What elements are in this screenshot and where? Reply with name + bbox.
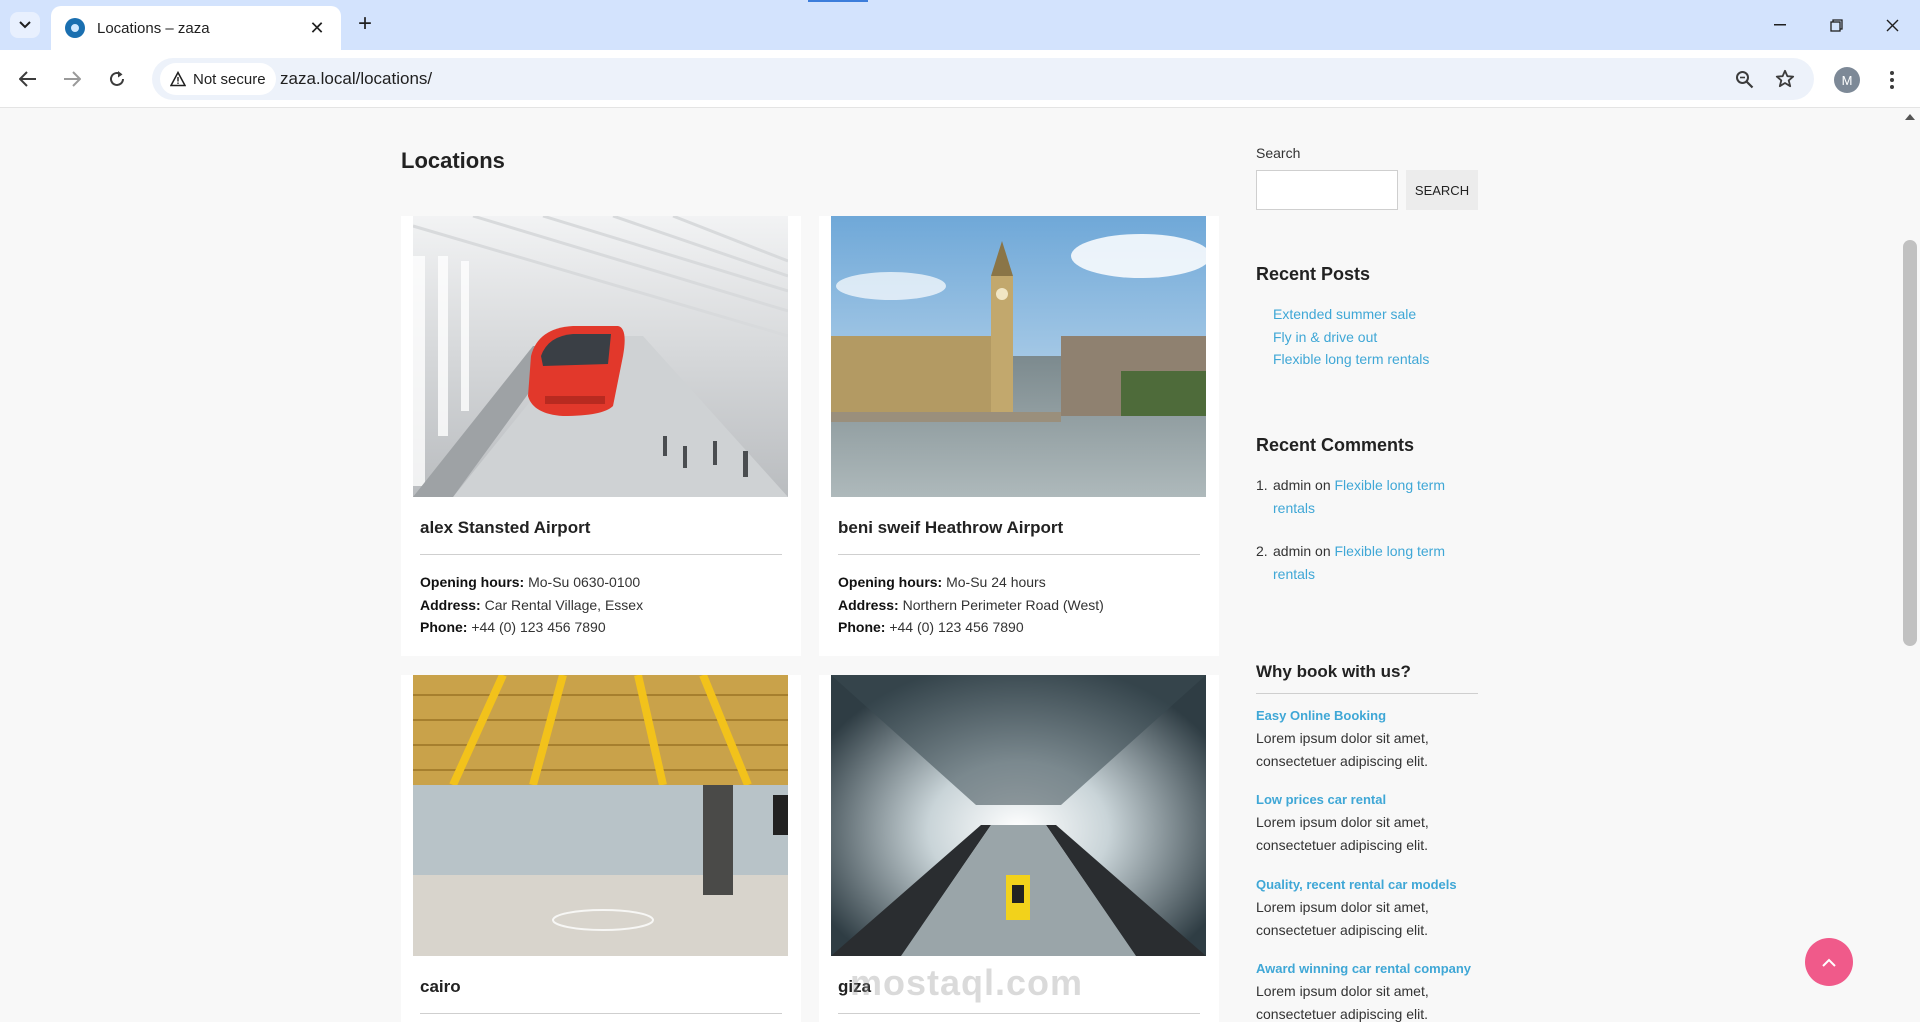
chevron-down-icon <box>19 21 31 29</box>
search-input[interactable] <box>1256 170 1398 210</box>
minimize-icon <box>1774 24 1786 26</box>
arrow-right-icon <box>64 71 81 87</box>
close-window-button[interactable] <box>1864 0 1920 50</box>
location-details: Opening hours: Mo-Su 24 hours Address: N… <box>838 571 1104 639</box>
watermark: mostaql.com <box>850 962 1084 1003</box>
new-tab-button[interactable]: + <box>352 12 378 38</box>
url-text[interactable]: zaza.local/locations/ <box>280 69 432 89</box>
feature-text: Lorem ipsum dolor sit amet, consectetuer… <box>1256 983 1429 1022</box>
phone: +44 (0) 123 456 7890 <box>889 619 1024 635</box>
site-favicon-icon <box>65 18 85 38</box>
location-card[interactable]: beni sweif Heathrow Airport Opening hour… <box>819 216 1219 656</box>
comment-number: 2. <box>1256 543 1268 559</box>
divider <box>420 554 782 555</box>
reload-button[interactable] <box>103 65 131 93</box>
comment-on-text: on <box>1315 543 1331 559</box>
location-card[interactable]: alex Stansted Airport Opening hours: Mo-… <box>401 216 801 656</box>
bookmark-button[interactable] <box>1773 67 1797 91</box>
feature-text: Lorem ipsum dolor sit amet, consectetuer… <box>1256 899 1429 938</box>
minimize-button[interactable] <box>1752 0 1808 50</box>
location-name[interactable]: cairo <box>420 977 461 997</box>
restore-icon <box>1829 18 1843 32</box>
forward-button[interactable] <box>58 65 86 93</box>
comment-author: admin <box>1273 477 1312 493</box>
search-label: Search <box>1256 145 1301 161</box>
arrow-left-icon <box>19 71 36 87</box>
address: Northern Perimeter Road (West) <box>902 596 1104 613</box>
location-name[interactable]: beni sweif Heathrow Airport <box>838 518 1063 538</box>
location-name[interactable]: alex Stansted Airport <box>420 518 590 538</box>
address: Car Rental Village, Essex <box>484 596 644 613</box>
divider <box>838 554 1200 555</box>
browser-menu-button[interactable] <box>1882 66 1902 94</box>
divider <box>420 1013 782 1014</box>
address-bar[interactable]: Not secure zaza.local/locations/ <box>152 58 1814 100</box>
close-tab-icon[interactable]: ✕ <box>307 18 327 39</box>
feature-title[interactable]: Quality, recent rental car models <box>1256 877 1457 892</box>
divider <box>1256 693 1478 694</box>
location-photo-terminal[interactable] <box>413 675 788 956</box>
security-label: Not secure <box>193 70 266 88</box>
recent-post-link[interactable]: Flexible long term rentals <box>1273 351 1429 367</box>
address-label: Address: <box>838 596 899 613</box>
hours-label: Opening hours: <box>420 574 525 590</box>
comment-on-text: on <box>1315 477 1331 493</box>
star-icon <box>1775 69 1795 88</box>
close-icon <box>1886 19 1898 31</box>
opening-hours: Mo-Su 0630-0100 <box>528 574 641 590</box>
recent-post-link[interactable]: Fly in & drive out <box>1273 329 1377 345</box>
comment-author: admin <box>1273 543 1312 559</box>
profile-avatar[interactable]: M <box>1834 67 1860 93</box>
feature-title[interactable]: Low prices car rental <box>1256 792 1386 807</box>
zoom-button[interactable] <box>1732 67 1756 91</box>
phone-label: Phone: <box>838 619 886 635</box>
chevron-up-icon <box>1822 958 1836 967</box>
feature-text: Lorem ipsum dolor sit amet, consectetuer… <box>1256 730 1429 769</box>
browser-tab[interactable]: Locations – zaza ✕ <box>51 6 341 50</box>
page-scrollbar[interactable] <box>1900 108 1920 1022</box>
tab-search-button[interactable] <box>10 12 40 38</box>
security-chip[interactable]: Not secure <box>160 63 276 95</box>
loading-indicator <box>808 0 868 2</box>
address-label: Address: <box>420 596 481 613</box>
comment-number: 1. <box>1256 477 1268 493</box>
location-details: Opening hours: Mo-Su 0630-0100 Address: … <box>420 571 643 639</box>
location-photo-walkway[interactable] <box>831 675 1206 956</box>
tab-title: Locations – zaza <box>97 19 210 37</box>
location-photo-big-ben[interactable] <box>831 216 1206 497</box>
location-photo-airport-train[interactable] <box>413 216 788 497</box>
back-button[interactable] <box>14 65 42 93</box>
back-to-top-button[interactable] <box>1805 938 1853 986</box>
scroll-up-arrow-icon[interactable] <box>1905 114 1915 120</box>
phone-label: Phone: <box>420 619 468 635</box>
hours-label: Opening hours: <box>838 574 943 590</box>
window-controls <box>1752 0 1920 50</box>
feature-title[interactable]: Easy Online Booking <box>1256 708 1386 723</box>
why-book-heading: Why book with us? <box>1256 662 1411 681</box>
recent-post-link[interactable]: Extended summer sale <box>1273 306 1416 322</box>
location-card[interactable]: cairo <box>401 675 801 1022</box>
browser-toolbar: Not secure zaza.local/locations/ M <box>0 50 1920 108</box>
search-button[interactable]: SEARCH <box>1406 170 1478 210</box>
scroll-thumb[interactable] <box>1903 240 1917 646</box>
reload-icon <box>110 71 124 86</box>
recent-posts-heading: Recent Posts <box>1256 264 1371 284</box>
divider <box>838 1013 1200 1014</box>
restore-button[interactable] <box>1808 0 1864 50</box>
opening-hours: Mo-Su 24 hours <box>946 574 1046 590</box>
browser-tab-strip: Locations – zaza ✕ + <box>0 0 1920 50</box>
phone: +44 (0) 123 456 7890 <box>471 619 606 635</box>
feature-text: Lorem ipsum dolor sit amet, consectetuer… <box>1256 814 1429 853</box>
page-title: Locations <box>401 148 505 173</box>
zoom-icon <box>1735 70 1753 88</box>
feature-title[interactable]: Award winning car rental company <box>1256 961 1471 976</box>
recent-comments-heading: Recent Comments <box>1256 435 1415 455</box>
warning-icon <box>170 71 186 87</box>
